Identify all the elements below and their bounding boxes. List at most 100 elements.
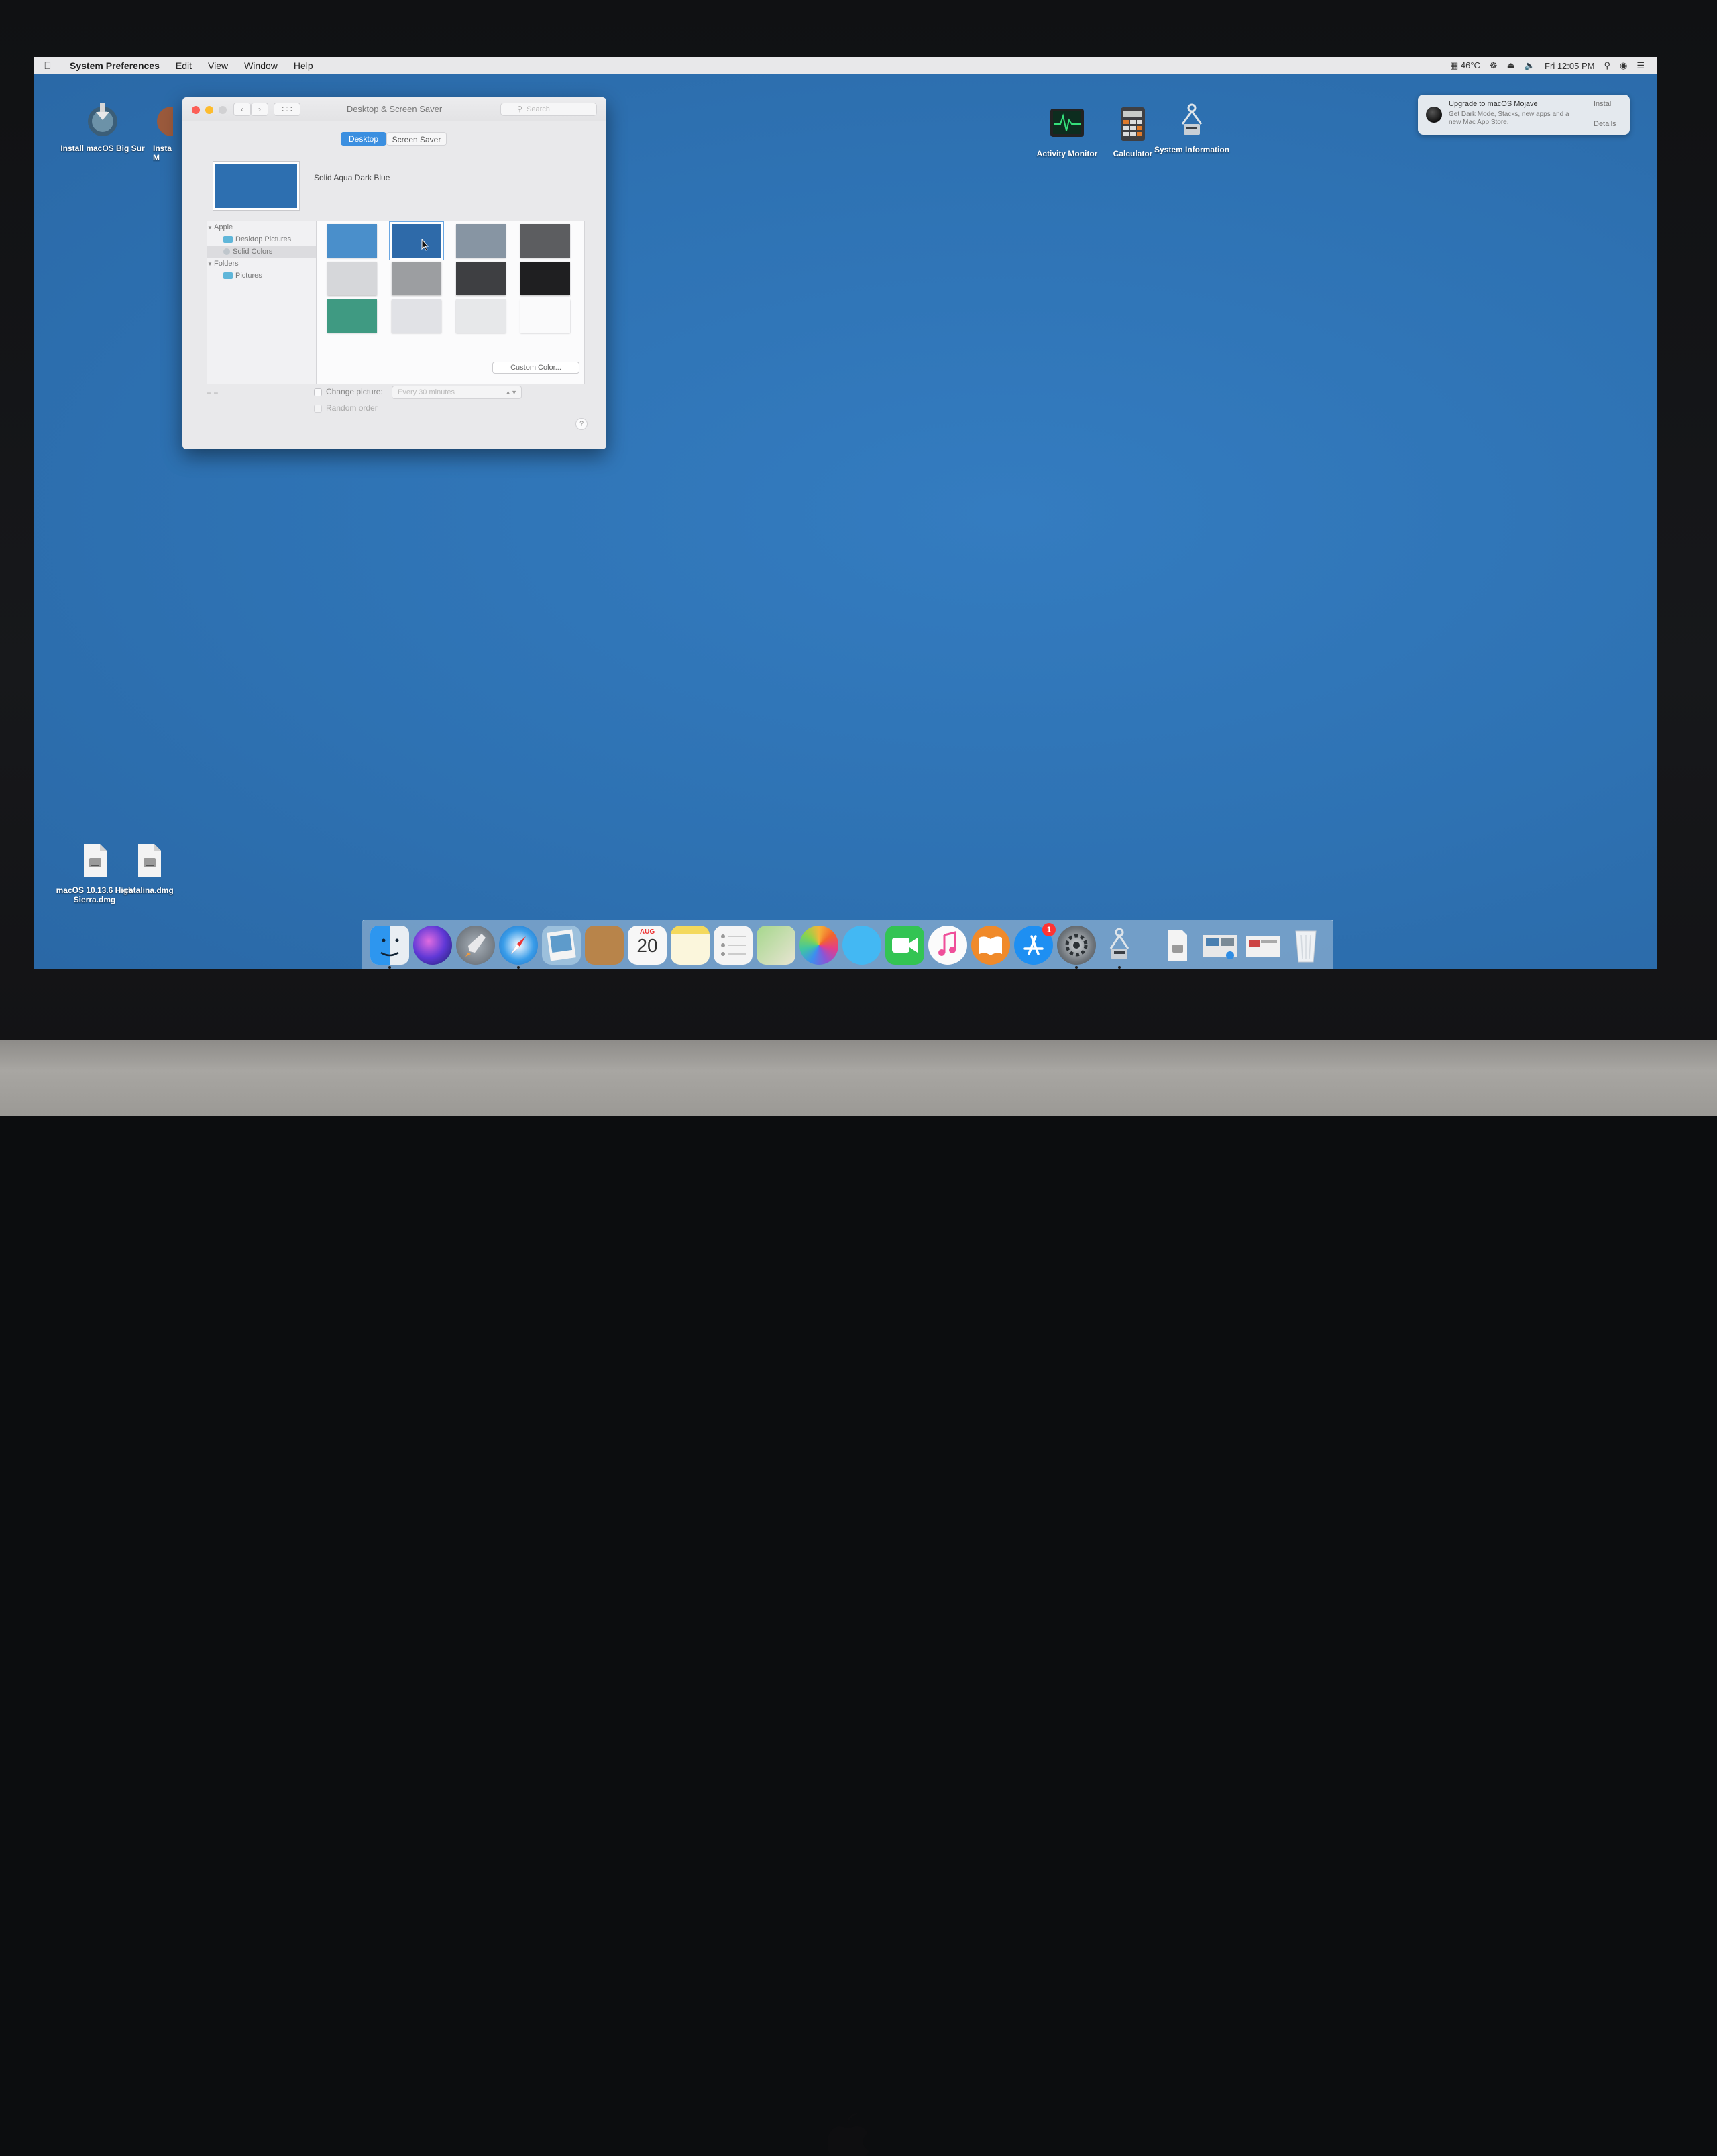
search-field[interactable]: ⚲ Search	[500, 103, 597, 116]
notification-details-button[interactable]: Details	[1594, 120, 1616, 128]
dock-maps[interactable]	[757, 926, 795, 965]
tab-screen-saver[interactable]: Screen Saver	[386, 132, 447, 146]
ibooks-icon	[979, 936, 1002, 955]
menu-clock[interactable]: Fri 12:05 PM	[1545, 61, 1594, 71]
mojave-icon	[1426, 107, 1442, 123]
help-button[interactable]: ?	[575, 418, 588, 430]
status-area: ▦ 46°C ☸ ⏏ 🔈 Fri 12:05 PM ⚲ ◉ ☰	[1450, 60, 1657, 71]
disk-image-icon	[84, 844, 107, 877]
app-store-badge: 1	[1042, 923, 1056, 936]
color-swatch[interactable]	[392, 299, 441, 333]
facetime-icon	[892, 938, 918, 953]
tab-desktop[interactable]: Desktop	[341, 132, 386, 146]
dock-safari[interactable]	[499, 926, 538, 965]
menu-bar:  System Preferences Edit View Window He…	[34, 57, 1657, 74]
dock-finder[interactable]	[370, 926, 409, 965]
system-information-icon	[1181, 103, 1203, 135]
window-titlebar[interactable]: ‹ › ∷∷ Desktop & Screen Saver ⚲ Search	[182, 97, 606, 121]
desktop-icon-label: Install macOS Big Sur	[60, 144, 145, 153]
wifi-icon[interactable]: ☸	[1490, 60, 1498, 71]
custom-color-button[interactable]: Custom Color...	[492, 362, 579, 374]
color-swatch[interactable]	[390, 222, 443, 260]
color-swatch[interactable]	[327, 262, 377, 295]
dock-folder-stack[interactable]	[1243, 926, 1282, 965]
desktop-icon-install-partial[interactable]: Insta M	[153, 100, 173, 162]
source-group-apple[interactable]: ▼ Apple	[207, 221, 316, 233]
dock-siri[interactable]	[413, 926, 452, 965]
source-group-folders[interactable]: ▼ Folders	[207, 258, 316, 270]
menu-view[interactable]: View	[200, 60, 236, 71]
calendar-day: 20	[636, 935, 658, 956]
notification-install-button[interactable]: Install	[1594, 100, 1613, 108]
disk-image-icon	[138, 844, 161, 877]
folder-stack-icon	[1246, 936, 1280, 957]
folder-icon	[223, 272, 233, 280]
source-item-solid-colors[interactable]: Solid Colors	[207, 246, 316, 258]
temperature-value: 46°C	[1460, 60, 1480, 70]
dock-document[interactable]	[1158, 926, 1197, 965]
screen:  System Preferences Edit View Window He…	[34, 57, 1657, 969]
color-swatch[interactable]	[456, 224, 506, 258]
desktop-icon-label: System Information	[1154, 145, 1230, 154]
desktop-icon-install-big-sur[interactable]: Install macOS Big Sur	[59, 100, 146, 153]
spotlight-icon[interactable]: ⚲	[1604, 60, 1610, 71]
dock-notes[interactable]	[671, 926, 710, 965]
running-indicator	[517, 966, 520, 969]
thermometer-icon: ▦	[1449, 60, 1459, 70]
itunes-icon	[938, 931, 956, 956]
dock-messages[interactable]	[842, 926, 881, 965]
color-swatch[interactable]	[520, 262, 570, 295]
source-item-desktop-pictures[interactable]: Desktop Pictures	[207, 233, 316, 246]
dock-system-information[interactable]	[1100, 926, 1139, 965]
color-swatch[interactable]	[520, 299, 570, 333]
dock-calendar[interactable]: AUG 20	[628, 926, 667, 965]
menu-help[interactable]: Help	[286, 60, 321, 71]
imac-chin	[0, 1040, 1717, 2156]
eject-icon[interactable]: ⏏	[1507, 60, 1515, 71]
current-picture-name: Solid Aqua Dark Blue	[314, 173, 390, 182]
color-swatch[interactable]	[327, 224, 377, 258]
disclosure-triangle-icon[interactable]: ▼	[207, 222, 214, 234]
desktop-icon-system-information[interactable]: System Information	[1148, 101, 1235, 154]
siri-menu-icon[interactable]: ◉	[1620, 60, 1627, 71]
menu-window[interactable]: Window	[236, 60, 286, 71]
random-order-checkbox[interactable]	[314, 405, 322, 413]
dock-photos[interactable]	[799, 926, 838, 965]
color-swatch[interactable]	[456, 299, 506, 333]
disclosure-triangle-icon[interactable]: ▼	[207, 258, 214, 270]
change-interval-select[interactable]: Every 30 minutes ▲▼	[392, 386, 522, 399]
desktop-icon-catalina-dmg[interactable]: catalina.dmg	[113, 842, 185, 895]
source-item-pictures[interactable]: Pictures	[207, 270, 316, 282]
add-remove-folder-buttons[interactable]: + −	[207, 387, 236, 399]
dock-app-store[interactable]: 1	[1014, 923, 1056, 965]
temperature-status[interactable]: ▦ 46°C	[1450, 60, 1480, 71]
mouse-pointer-icon	[421, 239, 429, 251]
color-swatch[interactable]	[327, 299, 377, 333]
dock-trash[interactable]	[1286, 926, 1325, 965]
dock-notebook[interactable]	[585, 926, 624, 965]
desktop-icon-label: Insta M	[153, 144, 172, 162]
color-swatch[interactable]	[520, 224, 570, 258]
dock-ibooks[interactable]	[971, 926, 1010, 965]
color-dot-icon	[223, 248, 230, 256]
dock-system-preferences[interactable]	[1057, 926, 1096, 965]
menu-app-name[interactable]: System Preferences	[62, 60, 168, 71]
dock-screenshots-stack[interactable]	[1201, 926, 1239, 965]
change-picture-checkbox[interactable]	[314, 388, 322, 396]
dock: AUG 20 1	[362, 920, 1333, 969]
dock-itunes[interactable]	[928, 926, 967, 965]
notification-center-icon[interactable]: ☰	[1637, 60, 1645, 71]
menu-edit[interactable]: Edit	[168, 60, 200, 71]
apple-menu-icon[interactable]: 	[34, 60, 62, 72]
notification-banner[interactable]: Upgrade to macOS Mojave Get Dark Mode, S…	[1418, 95, 1630, 135]
dock-facetime[interactable]	[885, 926, 924, 965]
color-swatch[interactable]	[392, 262, 441, 295]
dock-reminders[interactable]	[714, 926, 753, 965]
calculator-icon	[1121, 107, 1145, 141]
color-swatch[interactable]	[456, 262, 506, 295]
dock-launchpad[interactable]	[456, 926, 495, 965]
running-indicator	[388, 966, 391, 969]
dock-preview[interactable]	[542, 926, 581, 965]
desktop-preview	[213, 162, 299, 210]
volume-icon[interactable]: 🔈	[1525, 60, 1535, 71]
